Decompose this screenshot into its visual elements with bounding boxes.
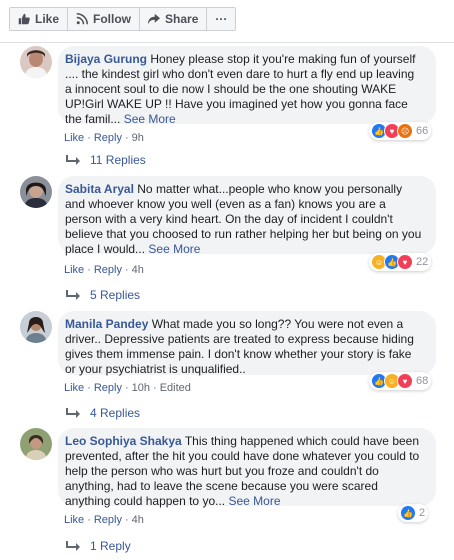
comment-bubble: Manila Pandey What made you so long?? Yo… <box>58 311 436 376</box>
comment-bubble: Sabita Aryal No matter what...people who… <box>58 176 436 256</box>
comment-like-link[interactable]: Like <box>64 382 84 394</box>
comment-reply-link[interactable]: Reply <box>94 132 122 144</box>
avatar[interactable] <box>20 176 52 208</box>
avatar[interactable] <box>20 311 52 343</box>
comment-actions: Like · Reply · 9h <box>64 132 144 144</box>
like-button-label: Like <box>35 12 60 26</box>
action-buttons: Like Follow Share ··· <box>9 7 237 31</box>
avatar-photo-icon <box>20 311 52 343</box>
avatar-photo-icon <box>20 428 52 460</box>
reaction-count: 22 <box>416 256 429 268</box>
view-replies-link[interactable]: 4 Replies <box>66 406 140 420</box>
post-action-bar: Like Follow Share ··· <box>0 0 454 43</box>
comment-time[interactable]: 9h <box>132 132 144 144</box>
view-replies-link[interactable]: 1 Reply <box>66 539 131 553</box>
see-more-link[interactable]: See More <box>148 242 200 256</box>
more-options-icon: ··· <box>215 12 228 26</box>
share-button[interactable]: Share <box>139 7 208 31</box>
thumbs-up-icon <box>18 13 30 25</box>
comment-reply-link[interactable]: Reply <box>94 264 122 276</box>
comment-author[interactable]: Bijaya Gurung <box>65 52 147 66</box>
comment-like-link[interactable]: Like <box>64 264 84 276</box>
reaction-summary[interactable]: 👍 2 <box>398 504 429 522</box>
replies-label: 5 Replies <box>90 288 141 302</box>
reaction-summary[interactable]: 👍 ♥ ☹ 66 <box>369 122 432 140</box>
reply-arrow-icon <box>66 541 80 551</box>
avatar-photo-icon <box>20 176 52 208</box>
love-reaction-icon: ♥ <box>397 373 413 389</box>
view-replies-link[interactable]: 5 Replies <box>66 288 140 302</box>
avatar-photo-icon <box>20 46 52 78</box>
avatar[interactable] <box>20 428 52 460</box>
comment-bubble: Leo Sophiya Shakya This thing happened w… <box>58 428 436 508</box>
comment-bubble: Bijaya Gurung Honey please stop it you'r… <box>58 46 436 126</box>
love-reaction-icon: ♥ <box>397 254 413 270</box>
rss-follow-icon <box>76 13 89 25</box>
share-button-label: Share <box>165 12 199 26</box>
comment-like-link[interactable]: Like <box>64 514 84 526</box>
comment-time[interactable]: 10h <box>132 382 150 394</box>
reply-arrow-icon <box>66 290 80 300</box>
replies-label: 11 Replies <box>90 153 146 167</box>
comment-author[interactable]: Manila Pandey <box>65 317 148 331</box>
comment-actions: Like · Reply · 10h · Edited <box>64 382 191 394</box>
comment-actions: Like · Reply · 4h <box>64 514 144 526</box>
like-reaction-icon: 👍 <box>400 505 416 521</box>
avatar[interactable] <box>20 46 52 78</box>
reply-arrow-icon <box>66 408 80 418</box>
comment-reply-link[interactable]: Reply <box>94 514 122 526</box>
edited-label[interactable]: Edited <box>160 382 191 394</box>
comment-author[interactable]: Leo Sophiya Shakya <box>65 434 182 448</box>
reaction-count: 68 <box>416 375 429 387</box>
view-replies-link[interactable]: 11 Replies <box>66 153 146 167</box>
reaction-summary[interactable]: 👍 ☺ ♥ 68 <box>369 372 432 390</box>
follow-button[interactable]: Follow <box>67 7 141 31</box>
comment-time[interactable]: 4h <box>132 264 144 276</box>
share-arrow-icon <box>148 13 161 25</box>
comment-time[interactable]: 4h <box>132 514 144 526</box>
replies-label: 4 Replies <box>90 406 141 420</box>
reply-arrow-icon <box>66 155 80 165</box>
comment-actions: Like · Reply · 4h <box>64 264 144 276</box>
more-options-button[interactable]: ··· <box>206 7 237 31</box>
reaction-summary[interactable]: ☺ 👍 ♥ 22 <box>369 253 432 271</box>
reaction-count: 2 <box>419 507 426 519</box>
angry-reaction-icon: ☹ <box>397 123 413 139</box>
reaction-count: 66 <box>416 125 429 137</box>
like-button[interactable]: Like <box>9 7 69 31</box>
comment-like-link[interactable]: Like <box>64 132 84 144</box>
see-more-link[interactable]: See More <box>124 112 176 126</box>
comment-reply-link[interactable]: Reply <box>94 382 122 394</box>
follow-button-label: Follow <box>93 12 132 26</box>
comment-author[interactable]: Sabita Aryal <box>65 182 134 196</box>
see-more-link[interactable]: See More <box>228 494 280 508</box>
replies-label: 1 Reply <box>90 539 131 553</box>
